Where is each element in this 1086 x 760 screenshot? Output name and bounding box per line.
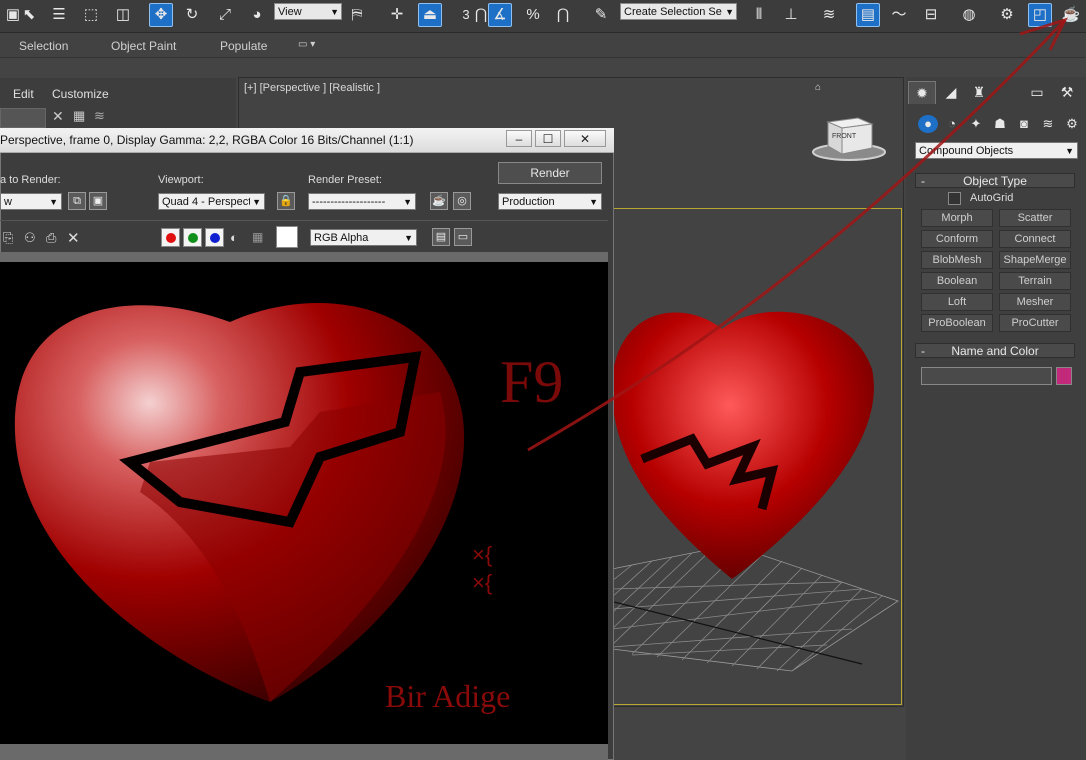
render-window-title: Perspective, frame 0, Display Gamma: 2,2… bbox=[0, 133, 414, 147]
close-icon[interactable]: ✕ bbox=[52, 108, 64, 125]
alpha-channel-icon[interactable]: ◐ bbox=[230, 230, 238, 245]
angle-snap-icon[interactable]: ∡ bbox=[488, 3, 512, 27]
x-mark-top: ×{ bbox=[472, 542, 492, 567]
clone-window-icon[interactable]: ⚇ bbox=[24, 230, 36, 246]
lock-icon[interactable]: 🔒 bbox=[277, 192, 295, 210]
stack-icon[interactable]: ≋ bbox=[94, 108, 105, 124]
rectangular-selection-icon[interactable]: ⬚ bbox=[80, 4, 102, 26]
render-setup-icon[interactable]: ☕ bbox=[430, 192, 448, 210]
keyboard-shortcut-override-icon[interactable]: ⏏ bbox=[418, 3, 442, 27]
menu-edit[interactable]: Edit bbox=[13, 87, 34, 101]
render-preset-select[interactable]: -------------------- ▼ bbox=[308, 193, 416, 210]
ribbon-tab-populate[interactable]: Populate bbox=[220, 39, 267, 53]
rendered-image: F9 Bir Adige ×{ ×{ bbox=[0, 262, 608, 744]
reference-coordinate-value: View bbox=[278, 6, 302, 18]
monochrome-icon[interactable]: ▦ bbox=[252, 230, 263, 244]
render-preset-label: Render Preset: bbox=[308, 174, 382, 186]
place-icon[interactable]: ◕ bbox=[246, 4, 268, 26]
viewport-select[interactable]: Quad 4 - Perspect ▼ bbox=[158, 193, 265, 210]
signature-annotation: Bir Adige bbox=[385, 678, 510, 714]
green-channel-toggle[interactable] bbox=[183, 228, 202, 247]
green-channel-icon bbox=[188, 233, 198, 243]
x-mark-bottom: ×{ bbox=[472, 570, 492, 595]
toggle-ui-icon[interactable]: ▭ bbox=[454, 228, 472, 246]
red-channel-icon bbox=[166, 233, 176, 243]
chevron-down-icon: ▼ bbox=[47, 194, 58, 209]
select-manipulate-icon[interactable]: ✛ bbox=[386, 4, 408, 26]
red-channel-toggle[interactable] bbox=[161, 228, 180, 247]
image-bottom-bar bbox=[0, 744, 608, 760]
toggle-ui-overlay-icon[interactable]: ▤ bbox=[432, 228, 450, 246]
image-frame-border bbox=[0, 252, 608, 262]
environment-icon[interactable]: ◎ bbox=[453, 192, 471, 210]
layer-icon[interactable]: ▦ bbox=[73, 108, 85, 124]
select-by-name-icon[interactable]: ☰ bbox=[48, 4, 70, 26]
display-channel-value: RGB Alpha bbox=[314, 232, 369, 244]
save-image-icon[interactable]: ⎘ bbox=[3, 230, 13, 246]
viewport-select-label: Viewport: bbox=[158, 174, 204, 186]
annotation-arrow bbox=[527, 17, 1068, 452]
select-and-scale-icon[interactable]: ⤢ bbox=[214, 4, 236, 26]
divider bbox=[0, 220, 608, 221]
swatch-color-box[interactable] bbox=[276, 226, 298, 248]
window-crossing-icon[interactable]: ◫ bbox=[112, 4, 134, 26]
area-to-render-select[interactable]: w ▼ bbox=[0, 193, 62, 210]
auto-region-icon[interactable]: ▣ bbox=[89, 192, 107, 210]
viewport-label[interactable]: [+] [Perspective ] [Realistic ] bbox=[244, 82, 380, 94]
select-and-rotate-icon[interactable]: ↻ bbox=[181, 4, 203, 26]
chevron-down-icon: ▼ bbox=[250, 194, 261, 209]
display-channel-select[interactable]: RGB Alpha ▼ bbox=[310, 229, 417, 246]
edit-region-icon[interactable]: ⧉ bbox=[68, 192, 86, 210]
clear-icon[interactable]: ✕ bbox=[67, 229, 80, 247]
ribbon-tab-object-paint[interactable]: Object Paint bbox=[111, 39, 176, 53]
left-field[interactable] bbox=[0, 108, 46, 128]
select-and-move-icon[interactable]: ✥ bbox=[149, 3, 173, 27]
viewport-select-value: Quad 4 - Perspect bbox=[162, 196, 252, 208]
ribbon-options-icon[interactable]: ▭ ▾ bbox=[298, 39, 315, 50]
area-to-render-value: w bbox=[4, 196, 12, 208]
blue-channel-icon bbox=[210, 233, 220, 243]
reference-coordinate-select[interactable]: View ▼ bbox=[274, 3, 342, 20]
chevron-down-icon: ▼ bbox=[402, 230, 413, 245]
chevron-down-icon: ▼ bbox=[401, 194, 412, 209]
chevron-down-icon: ▼ bbox=[330, 7, 339, 17]
blue-channel-toggle[interactable] bbox=[205, 228, 224, 247]
menu-customize[interactable]: Customize bbox=[52, 87, 109, 101]
ribbon-tab-selection[interactable]: Selection bbox=[19, 39, 68, 53]
snap-value: 3 bbox=[462, 7, 470, 22]
render-preset-value: -------------------- bbox=[312, 196, 386, 208]
area-to-render-label: a to Render: bbox=[0, 174, 61, 186]
print-icon[interactable]: ⎙ bbox=[46, 230, 56, 246]
home-grid bbox=[612, 544, 899, 672]
rendered-heart-image: F9 Bir Adige ×{ ×{ bbox=[14, 302, 563, 714]
select-object-icon[interactable]: ⬉ bbox=[18, 4, 40, 26]
pivot-point-icon[interactable]: ⛿ bbox=[346, 4, 368, 26]
